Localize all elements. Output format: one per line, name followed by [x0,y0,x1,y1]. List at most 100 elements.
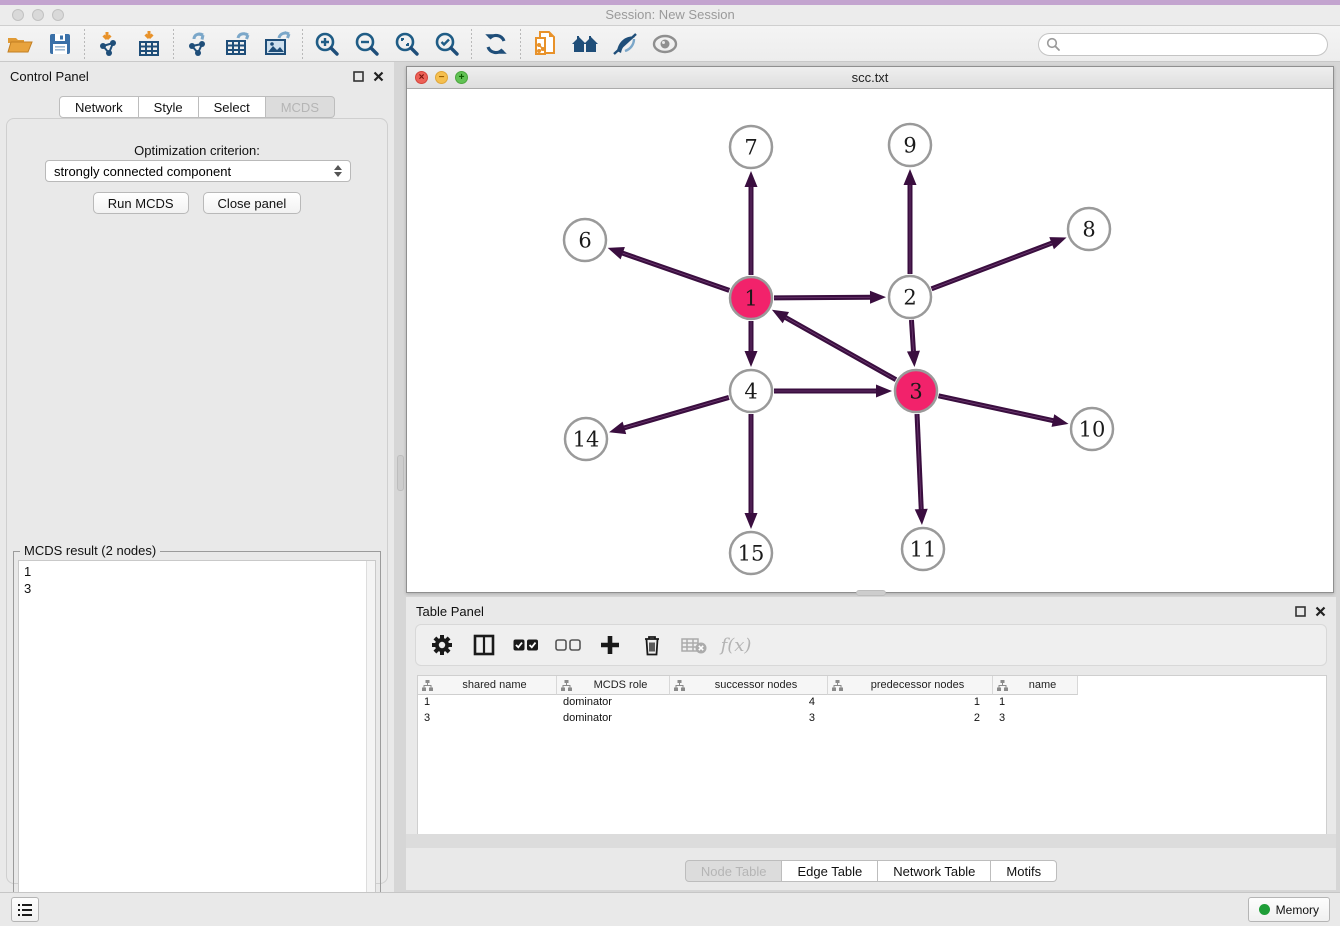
save-session-icon[interactable] [40,28,80,60]
edge-1-7[interactable] [745,171,758,275]
edge-3-1[interactable] [769,304,896,380]
new-network-icon[interactable] [525,28,565,60]
tab-mcds[interactable]: MCDS [266,96,335,118]
export-table-icon[interactable] [218,28,258,60]
column-settings-gear-icon[interactable] [424,628,460,662]
optimization-criterion-select[interactable]: strongly connected component [45,160,351,182]
network-close-icon[interactable]: × [415,71,428,84]
column-header-MCDS-role[interactable]: MCDS role [557,676,670,695]
graph-node-1[interactable]: 1 [730,277,772,319]
import-network-icon[interactable] [89,28,129,60]
tab-network-table[interactable]: Network Table [878,860,991,882]
network-window-title: scc.txt [407,67,1333,88]
edge-3-10[interactable] [938,396,1069,430]
tab-select[interactable]: Select [199,96,266,118]
graph-node-3[interactable]: 3 [895,370,937,412]
graph-node-14[interactable]: 14 [565,418,607,460]
graph-node-6[interactable]: 6 [564,219,606,261]
edge-4-14[interactable] [607,397,729,438]
splitter-grip-horizontal[interactable] [856,590,886,596]
node-table[interactable]: shared nameMCDS rolesuccessor nodesprede… [417,675,1327,847]
close-panel-button[interactable]: Close panel [203,192,302,214]
column-header-predecessor-nodes[interactable]: predecessor nodes [828,676,993,695]
svg-text:15: 15 [738,542,765,566]
hide-panel-eye-icon[interactable] [645,28,685,60]
tab-motifs[interactable]: Motifs [991,860,1057,882]
svg-text:1: 1 [744,287,757,311]
select-all-columns-icon[interactable] [508,628,544,662]
edge-2-3[interactable] [907,320,921,368]
tab-style[interactable]: Style [139,96,199,118]
float-panel-icon[interactable] [353,71,364,82]
svg-text:14: 14 [573,428,600,452]
graph-node-4[interactable]: 4 [730,370,772,412]
column-header-name[interactable]: name [993,676,1078,695]
toolbar-separator [520,29,521,59]
graph-node-11[interactable]: 11 [902,528,944,570]
float-table-panel-icon[interactable] [1295,606,1306,617]
vizmapper-icon[interactable] [605,28,645,60]
column-header-successor-nodes[interactable]: successor nodes [670,676,828,695]
svg-text:3: 3 [909,380,922,404]
table-cell: 1 [418,695,557,711]
search-input[interactable] [1061,34,1327,55]
task-history-button[interactable] [11,897,39,922]
import-table-icon[interactable] [129,28,169,60]
graph-node-7[interactable]: 7 [730,126,772,168]
refresh-layout-icon[interactable] [476,28,516,60]
tab-node-table[interactable]: Node Table [685,860,783,882]
network-canvas[interactable]: 1 2 3 4 6 7 8 9 10 11 14 15 [407,89,1333,592]
zoom-fit-icon[interactable] [387,28,427,60]
graph-node-8[interactable]: 8 [1068,208,1110,250]
memory-status-icon [1259,904,1270,915]
search-box[interactable] [1038,33,1328,56]
edge-4-3[interactable] [774,385,892,398]
memory-button[interactable]: Memory [1248,897,1330,922]
column-header-shared-name[interactable]: shared name [418,676,557,695]
edge-1-4[interactable] [745,321,758,367]
close-table-panel-icon[interactable] [1315,606,1326,617]
show-columns-icon[interactable] [466,628,502,662]
svg-text:8: 8 [1082,218,1095,242]
open-session-icon[interactable] [0,28,40,60]
edge-4-15[interactable] [745,414,758,529]
tab-edge-table[interactable]: Edge Table [782,860,878,882]
control-panel: Control Panel NetworkStyleSelectMCDS Opt… [0,62,394,892]
edge-2-9[interactable] [904,169,917,274]
result-scrollbar[interactable] [366,561,375,926]
svg-text:2: 2 [903,286,916,310]
mcds-result-title: MCDS result (2 nodes) [20,543,160,558]
network-window-titlebar[interactable]: × − + scc.txt [407,67,1333,89]
mcds-result-list[interactable]: 1 3 [18,560,376,926]
network-minimize-icon[interactable]: − [435,71,448,84]
edge-3-11[interactable] [915,414,929,525]
zoom-selected-icon[interactable] [427,28,467,60]
table-row[interactable]: 1dominator411 [418,695,1326,711]
mcds-result-group: MCDS result (2 nodes) 1 3 [13,551,381,926]
delete-column-trash-icon[interactable] [634,628,670,662]
zoom-out-icon[interactable] [347,28,387,60]
edge-1-2[interactable] [774,291,886,304]
graph-node-9[interactable]: 9 [889,124,931,166]
edge-1-6[interactable] [606,242,730,291]
network-window-controls[interactable]: × − + [415,71,468,84]
create-column-plus-icon[interactable] [592,628,628,662]
export-network-icon[interactable] [178,28,218,60]
edge-2-8[interactable] [932,231,1069,288]
tab-network[interactable]: Network [59,96,139,118]
svg-text:7: 7 [744,136,757,160]
run-mcds-button[interactable]: Run MCDS [93,192,189,214]
export-image-icon[interactable] [258,28,298,60]
toolbar-separator [471,29,472,59]
network-maximize-icon[interactable]: + [455,71,468,84]
graph-node-10[interactable]: 10 [1071,408,1113,450]
graph-node-15[interactable]: 15 [730,532,772,574]
home-icon[interactable] [565,28,605,60]
graph-node-2[interactable]: 2 [889,276,931,318]
close-panel-icon[interactable] [373,71,384,82]
table-row[interactable]: 3dominator323 [418,711,1326,727]
splitter-grip-vertical[interactable] [397,455,404,491]
unselect-all-columns-icon[interactable] [550,628,586,662]
column-hierarchy-icon [674,680,685,691]
zoom-in-icon[interactable] [307,28,347,60]
